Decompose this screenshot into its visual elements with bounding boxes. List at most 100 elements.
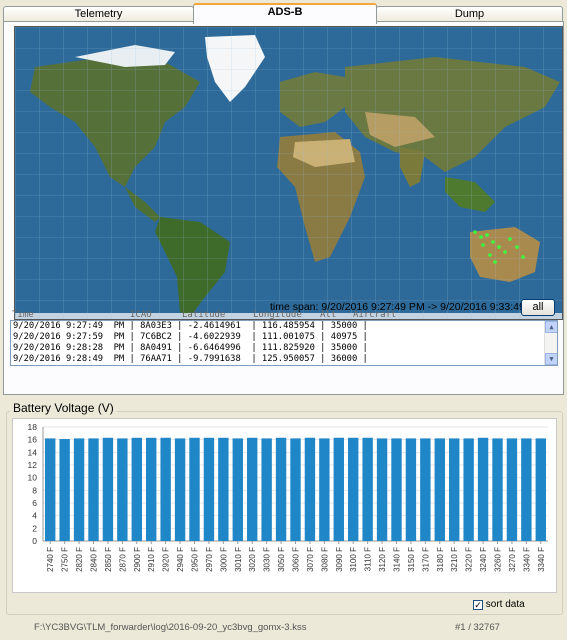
scroll-down-icon[interactable]: ▼ xyxy=(545,353,557,365)
bar xyxy=(203,437,215,541)
header-time: Time xyxy=(12,310,34,320)
ads-b-log-list[interactable]: 9/20/2016 9:27:49 PM | 8A03E3 | -2.46149… xyxy=(10,320,558,366)
bar xyxy=(376,438,388,541)
bar xyxy=(535,438,546,541)
x-tick-label: 2950 F xyxy=(191,547,200,572)
x-tick-label: 3000 F xyxy=(219,547,228,572)
x-tick-label: 3080 F xyxy=(320,547,329,572)
file-path: F:\YC3BVG\TLM_forwarder\log\2016-09-20_y… xyxy=(34,622,307,633)
bar xyxy=(492,438,503,541)
bar xyxy=(73,438,85,541)
bar xyxy=(102,437,114,541)
y-tick-label: 8 xyxy=(32,485,37,495)
bar xyxy=(449,438,460,541)
x-tick-label: 3100 F xyxy=(349,547,358,572)
x-tick-label: 3030 F xyxy=(263,547,272,572)
y-tick-label: 2 xyxy=(32,523,37,533)
x-tick-label: 3270 F xyxy=(508,547,517,572)
header-latitude: Latitude xyxy=(182,310,226,320)
x-tick-label: 3060 F xyxy=(292,547,301,572)
x-tick-label: 3020 F xyxy=(248,547,257,572)
bar xyxy=(131,437,142,541)
x-tick-label: 2820 F xyxy=(75,547,84,572)
x-tick-label: 3240 F xyxy=(479,547,488,572)
x-tick-label: 2920 F xyxy=(162,547,171,572)
bar xyxy=(333,437,344,541)
header-alt: Alt xyxy=(320,310,337,320)
bar xyxy=(319,438,330,541)
log-row[interactable]: 9/20/2016 9:28:49 PM | 76AA71 | -9.79916… xyxy=(11,354,557,365)
world-map-graphic xyxy=(15,27,562,319)
y-tick-label: 10 xyxy=(28,473,38,483)
x-tick-label: 3340 F xyxy=(537,547,546,572)
x-tick-label: 2750 F xyxy=(61,547,70,572)
bar xyxy=(88,438,99,541)
bar xyxy=(434,438,445,541)
bar xyxy=(290,438,301,541)
x-tick-label: 3150 F xyxy=(407,547,416,572)
bar xyxy=(59,439,70,541)
tab-strip: Telemetry ADS-B Dump xyxy=(3,3,563,24)
header-aircraft: Aircraft xyxy=(353,310,397,320)
x-tick-label: 3220 F xyxy=(465,547,474,572)
bar xyxy=(160,437,171,541)
x-tick-label: 3120 F xyxy=(378,547,387,572)
bar xyxy=(477,437,489,541)
y-tick-label: 14 xyxy=(28,447,38,457)
x-tick-label: 2740 F xyxy=(46,547,55,572)
bar xyxy=(506,438,518,541)
bar xyxy=(189,437,200,541)
x-tick-label: 3090 F xyxy=(335,547,344,572)
log-row[interactable]: 9/20/2016 9:27:59 PM | 7C6BC2 | -4.60229… xyxy=(11,332,557,343)
world-map[interactable] xyxy=(14,26,563,320)
x-tick-label: 2850 F xyxy=(104,547,113,572)
bar xyxy=(247,437,258,541)
bar xyxy=(405,438,417,541)
x-tick-label: 2910 F xyxy=(147,547,156,572)
x-tick-label: 3010 F xyxy=(234,547,243,572)
bar xyxy=(232,438,243,541)
x-tick-label: 2940 F xyxy=(176,547,185,572)
battery-voltage-title: Battery Voltage (V) xyxy=(10,401,117,415)
bar xyxy=(146,437,157,541)
x-tick-label: 3260 F xyxy=(494,547,503,572)
bar xyxy=(304,437,316,541)
header-longitude: Longitude xyxy=(253,310,302,320)
log-row[interactable]: 9/20/2016 9:27:49 PM | 8A03E3 | -2.46149… xyxy=(11,321,557,332)
bar xyxy=(261,438,272,541)
x-tick-label: 3340 F xyxy=(522,547,531,572)
tab-ads-b[interactable]: ADS-B xyxy=(193,3,377,24)
bar xyxy=(45,438,56,541)
bar xyxy=(275,437,287,541)
x-tick-label: 3170 F xyxy=(421,547,430,572)
x-tick-label: 3210 F xyxy=(450,547,459,572)
y-tick-label: 0 xyxy=(32,536,37,546)
bar xyxy=(391,438,402,541)
y-tick-label: 16 xyxy=(28,435,38,445)
bar xyxy=(463,438,474,541)
y-tick-label: 18 xyxy=(28,422,38,432)
x-tick-label: 2970 F xyxy=(205,547,214,572)
y-tick-label: 6 xyxy=(32,498,37,508)
x-tick-label: 2840 F xyxy=(90,547,99,572)
battery-chart-svg: 0 2 4 6 8 10 12 14 16 18 2740 F 2750 F 2820 F 2840 F 2… xyxy=(28,422,548,572)
bar xyxy=(348,437,359,541)
bar xyxy=(420,438,431,541)
bar xyxy=(521,438,532,541)
record-count: #1 / 32767 xyxy=(455,622,500,633)
bar xyxy=(218,437,229,541)
x-tick-label: 2870 F xyxy=(118,547,127,572)
checkbox-icon[interactable]: ✓ xyxy=(473,600,483,610)
sort-data-checkbox[interactable]: ✓ sort data xyxy=(473,599,525,610)
log-scrollbar[interactable]: ▲ ▼ xyxy=(544,321,557,365)
y-tick-label: 12 xyxy=(28,460,38,470)
header-icao: ICAO xyxy=(130,310,152,320)
x-tick-label: 3070 F xyxy=(306,547,315,572)
battery-chart: 0 2 4 6 8 10 12 14 16 18 2740 F 2750 F 2820 F 2840 F 2… xyxy=(12,418,557,593)
scroll-up-icon[interactable]: ▲ xyxy=(545,321,557,333)
log-row[interactable]: 9/20/2016 9:28:28 PM | 8A0491 | -6.64649… xyxy=(11,343,557,354)
x-tick-label: 3110 F xyxy=(364,547,373,571)
x-tick-label: 2900 F xyxy=(133,547,142,572)
y-tick-label: 4 xyxy=(32,511,37,521)
bar xyxy=(117,438,128,541)
